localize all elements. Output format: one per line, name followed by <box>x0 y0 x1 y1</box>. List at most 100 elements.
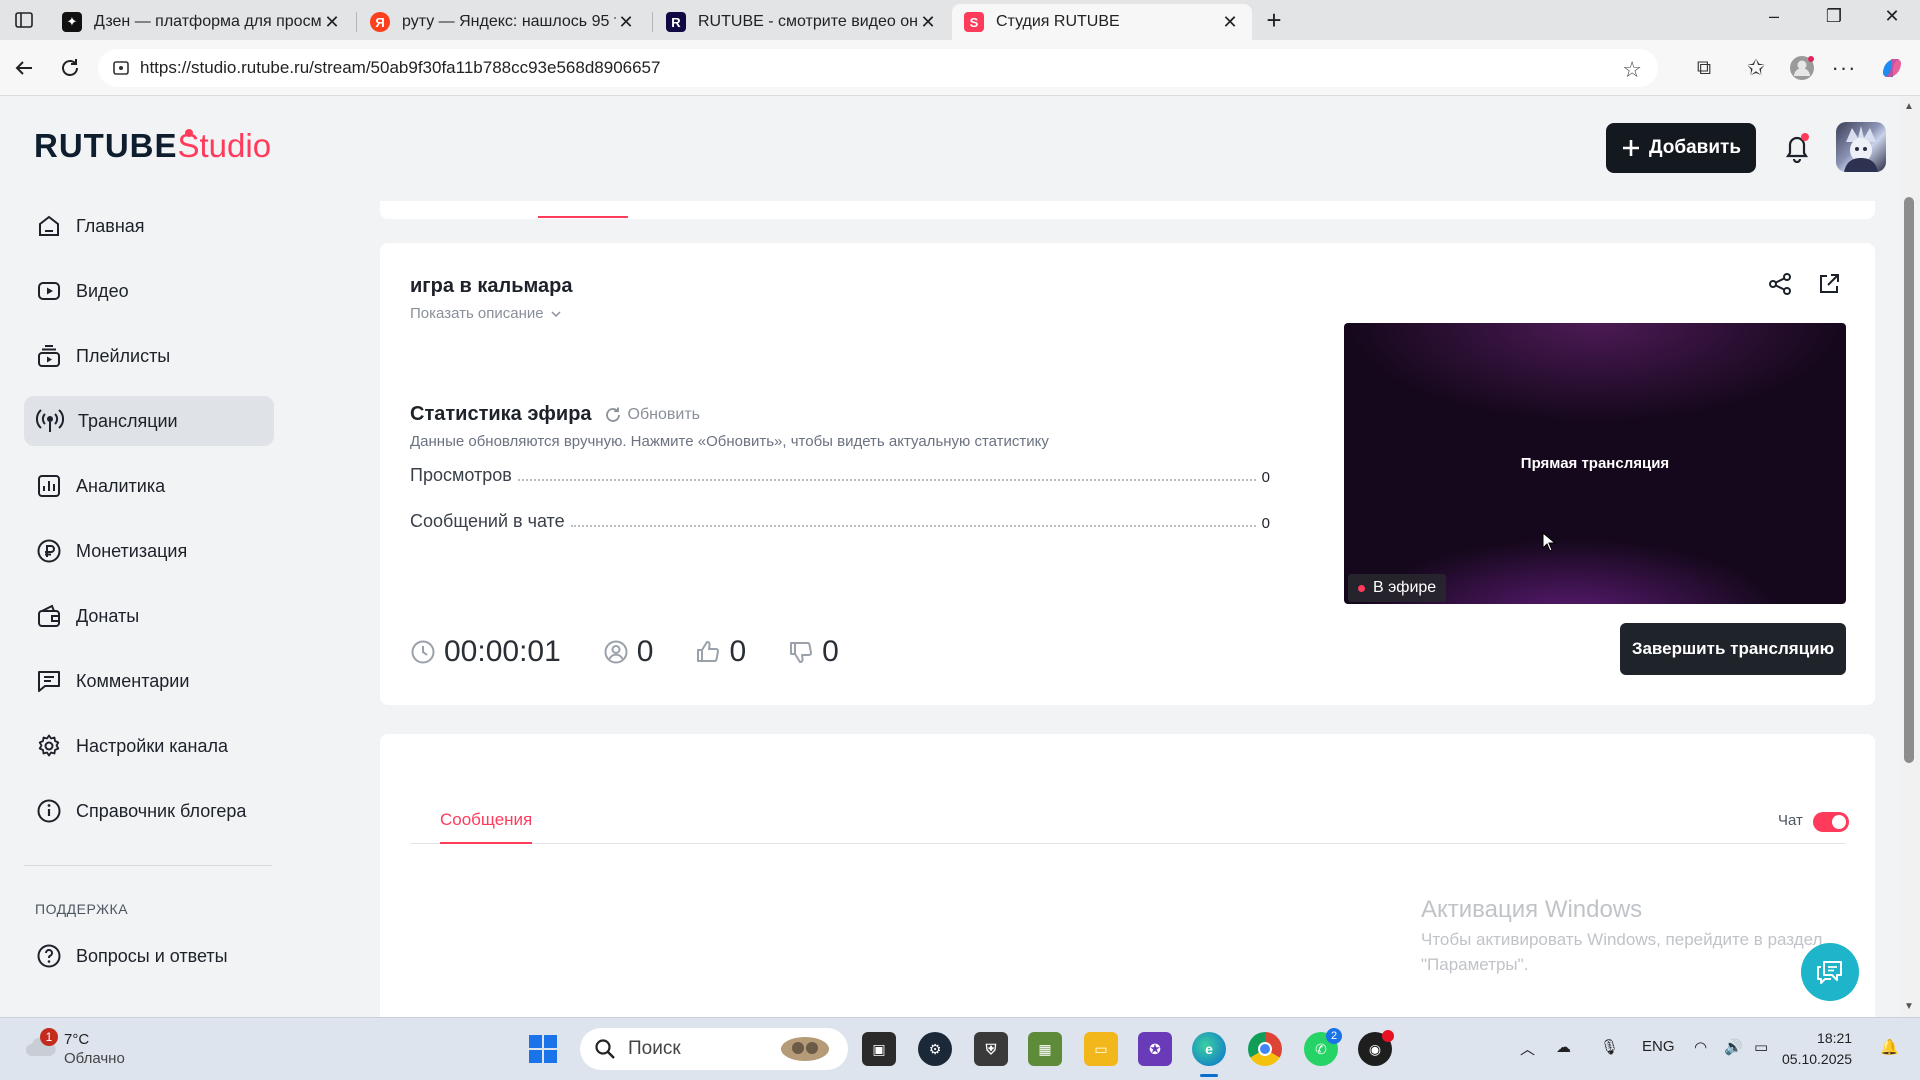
obs-recording-dot <box>1382 1030 1394 1042</box>
minecraft-icon[interactable]: ▦ <box>1028 1032 1062 1066</box>
open-external-icon[interactable] <box>1816 271 1842 297</box>
volume-icon[interactable]: 🔊 <box>1724 1038 1743 1056</box>
task-view-icon[interactable]: ▣ <box>862 1032 896 1066</box>
refresh-button[interactable]: Обновить <box>604 406 700 424</box>
live-dot-icon <box>1358 584 1365 592</box>
url-input[interactable]: https://studio.rutube.ru/stream/50ab9f30… <box>98 49 1658 87</box>
sidebar-item-comments[interactable]: Комментарии <box>24 656 274 706</box>
thumbs-down-icon <box>788 639 814 665</box>
game-launcher-icon[interactable]: ✪ <box>1138 1032 1172 1066</box>
windows-start-icon[interactable] <box>526 1032 560 1066</box>
new-tab-icon[interactable]: + <box>1262 5 1286 35</box>
profile-icon[interactable] <box>1786 52 1818 84</box>
reload-icon[interactable] <box>54 52 86 84</box>
windows-activation-watermark: Активация Windows Чтобы активировать Win… <box>1421 896 1823 974</box>
add-button[interactable]: Добавить <box>1606 123 1756 173</box>
close-tab-icon[interactable]: ✕ <box>918 12 938 33</box>
tab-rutube[interactable]: R RUTUBE - смотрите видео онлайн ✕ <box>654 4 950 40</box>
sidebar-item-blogger-guide[interactable]: Справочник блогера <box>24 786 274 836</box>
sidebar-item-donations[interactable]: Донаты <box>24 591 274 641</box>
world-of-tanks-icon[interactable]: ⛨ <box>974 1032 1008 1066</box>
restore-icon[interactable]: ❐ <box>1812 6 1856 34</box>
tab-rutube-studio[interactable]: S Студия RUTUBE ✕ <box>952 4 1252 40</box>
sidebar-item-channel-settings[interactable]: Настройки канала <box>24 721 274 771</box>
sidebar-item-home[interactable]: Главная <box>24 201 274 251</box>
dislikes-metric: 0 <box>788 635 839 669</box>
favorites-icon[interactable]: ✩ <box>1740 52 1772 84</box>
live-badge: В эфире <box>1348 574 1447 602</box>
more-menu-icon[interactable]: ··· <box>1828 52 1860 84</box>
clock-icon <box>410 639 436 665</box>
whatsapp-badge: 2 <box>1326 1028 1342 1044</box>
taskbar-search-input[interactable]: Поиск <box>580 1028 848 1070</box>
playlists-icon <box>36 343 62 369</box>
system-clock[interactable]: 18:21 05.10.2025 <box>1782 1028 1852 1070</box>
share-icon[interactable] <box>1767 271 1793 297</box>
ruble-icon <box>36 538 62 564</box>
windows-taskbar: 1 7°C Облачно Поиск ▣ ⚙ ⛨ ▦ ▭ ✪ e ✆ 2 ◉ … <box>0 1017 1920 1080</box>
chat-bubbles-icon <box>1815 958 1845 986</box>
favorite-star-icon[interactable]: ☆ <box>1622 57 1642 83</box>
show-hidden-icons[interactable]: ︿ <box>1520 1038 1535 1059</box>
tab-dzen[interactable]: ✦ Дзен — платформа для просмотр ✕ <box>50 4 354 40</box>
minimize-icon[interactable]: – <box>1752 6 1796 34</box>
stat-row-views: Просмотров 0 <box>410 465 1270 486</box>
microphone-icon[interactable]: 🎙 <box>1600 1038 1619 1056</box>
tab-actions-icon[interactable] <box>14 10 34 30</box>
extensions-icon[interactable]: ⧉ <box>1688 52 1720 84</box>
preview-label: Прямая трансляция <box>1520 455 1670 472</box>
wifi-icon[interactable]: ◠ <box>1694 1038 1707 1056</box>
site-info-icon[interactable] <box>112 59 130 77</box>
video-icon <box>36 278 62 304</box>
mouse-cursor-icon <box>1542 532 1556 552</box>
close-tab-icon[interactable]: ✕ <box>322 12 342 33</box>
sidebar-item-broadcasts[interactable]: Трансляции <box>24 396 274 446</box>
chevron-down-icon <box>550 308 562 320</box>
scrollbar-thumb[interactable] <box>1904 197 1914 763</box>
scroll-up-icon[interactable]: ▲ <box>1904 101 1914 112</box>
sidebar-item-video[interactable]: Видео <box>24 266 274 316</box>
comments-icon <box>36 668 62 694</box>
sidebar: Главная Видео Плейлисты Трансляции Анали… <box>0 201 290 1017</box>
weather-badge: 1 <box>40 1028 58 1046</box>
back-icon[interactable] <box>8 52 40 84</box>
sidebar-item-playlists[interactable]: Плейлисты <box>24 331 274 381</box>
stream-preview-player[interactable]: Прямая трансляция В эфире <box>1344 323 1846 604</box>
tab-yandex[interactable]: Я руту — Яндекс: нашлось 95 тыс. ✕ <box>358 4 648 40</box>
notifications-bell-icon[interactable] <box>1782 131 1812 163</box>
tab-messages[interactable]: Сообщения <box>440 810 533 844</box>
close-tab-icon[interactable]: ✕ <box>1220 12 1240 33</box>
sidebar-item-faq[interactable]: Вопросы и ответы <box>24 931 274 981</box>
rutube-studio-logo[interactable]: RUTUBE Studio <box>34 127 271 165</box>
close-window-icon[interactable]: ✕ <box>1870 6 1914 34</box>
zen-icon: ✦ <box>62 12 82 32</box>
stats-hint: Данные обновляются вручную. Нажмите «Обн… <box>410 433 1049 450</box>
wallet-icon <box>36 603 62 629</box>
support-chat-button[interactable] <box>1801 943 1859 1001</box>
scroll-down-icon[interactable]: ▼ <box>1904 1001 1914 1012</box>
notification-center-icon[interactable]: 🔔 <box>1880 1038 1899 1056</box>
stream-title: игра в кальмара <box>410 275 573 297</box>
page-scrollbar[interactable]: ▲ ▼ <box>1900 97 1920 1017</box>
chat-toggle[interactable] <box>1813 812 1849 832</box>
rutube-icon: R <box>666 12 686 32</box>
stream-tabs-strip <box>380 201 1875 219</box>
end-stream-button[interactable]: Завершить трансляцию <box>1620 623 1846 675</box>
show-description-toggle[interactable]: Показать описание <box>410 305 562 322</box>
file-explorer-icon[interactable]: ▭ <box>1084 1032 1118 1066</box>
analytics-icon <box>36 473 62 499</box>
onedrive-offline-icon[interactable]: ☁ <box>1556 1038 1571 1056</box>
steam-icon[interactable]: ⚙ <box>918 1032 952 1066</box>
refresh-icon <box>604 406 622 424</box>
rutube-studio-icon: S <box>964 12 984 32</box>
language-indicator[interactable]: ENG <box>1642 1038 1675 1055</box>
edge-browser-icon[interactable]: e <box>1192 1032 1226 1066</box>
user-avatar[interactable] <box>1836 122 1886 172</box>
close-tab-icon[interactable]: ✕ <box>616 12 636 33</box>
sidebar-item-monetization[interactable]: Монетизация <box>24 526 274 576</box>
sidebar-item-analytics[interactable]: Аналитика <box>24 461 274 511</box>
sidebar-divider <box>24 865 272 866</box>
battery-icon[interactable]: ▭ <box>1754 1038 1768 1056</box>
chrome-icon[interactable] <box>1248 1032 1282 1066</box>
copilot-icon[interactable] <box>1876 52 1908 84</box>
